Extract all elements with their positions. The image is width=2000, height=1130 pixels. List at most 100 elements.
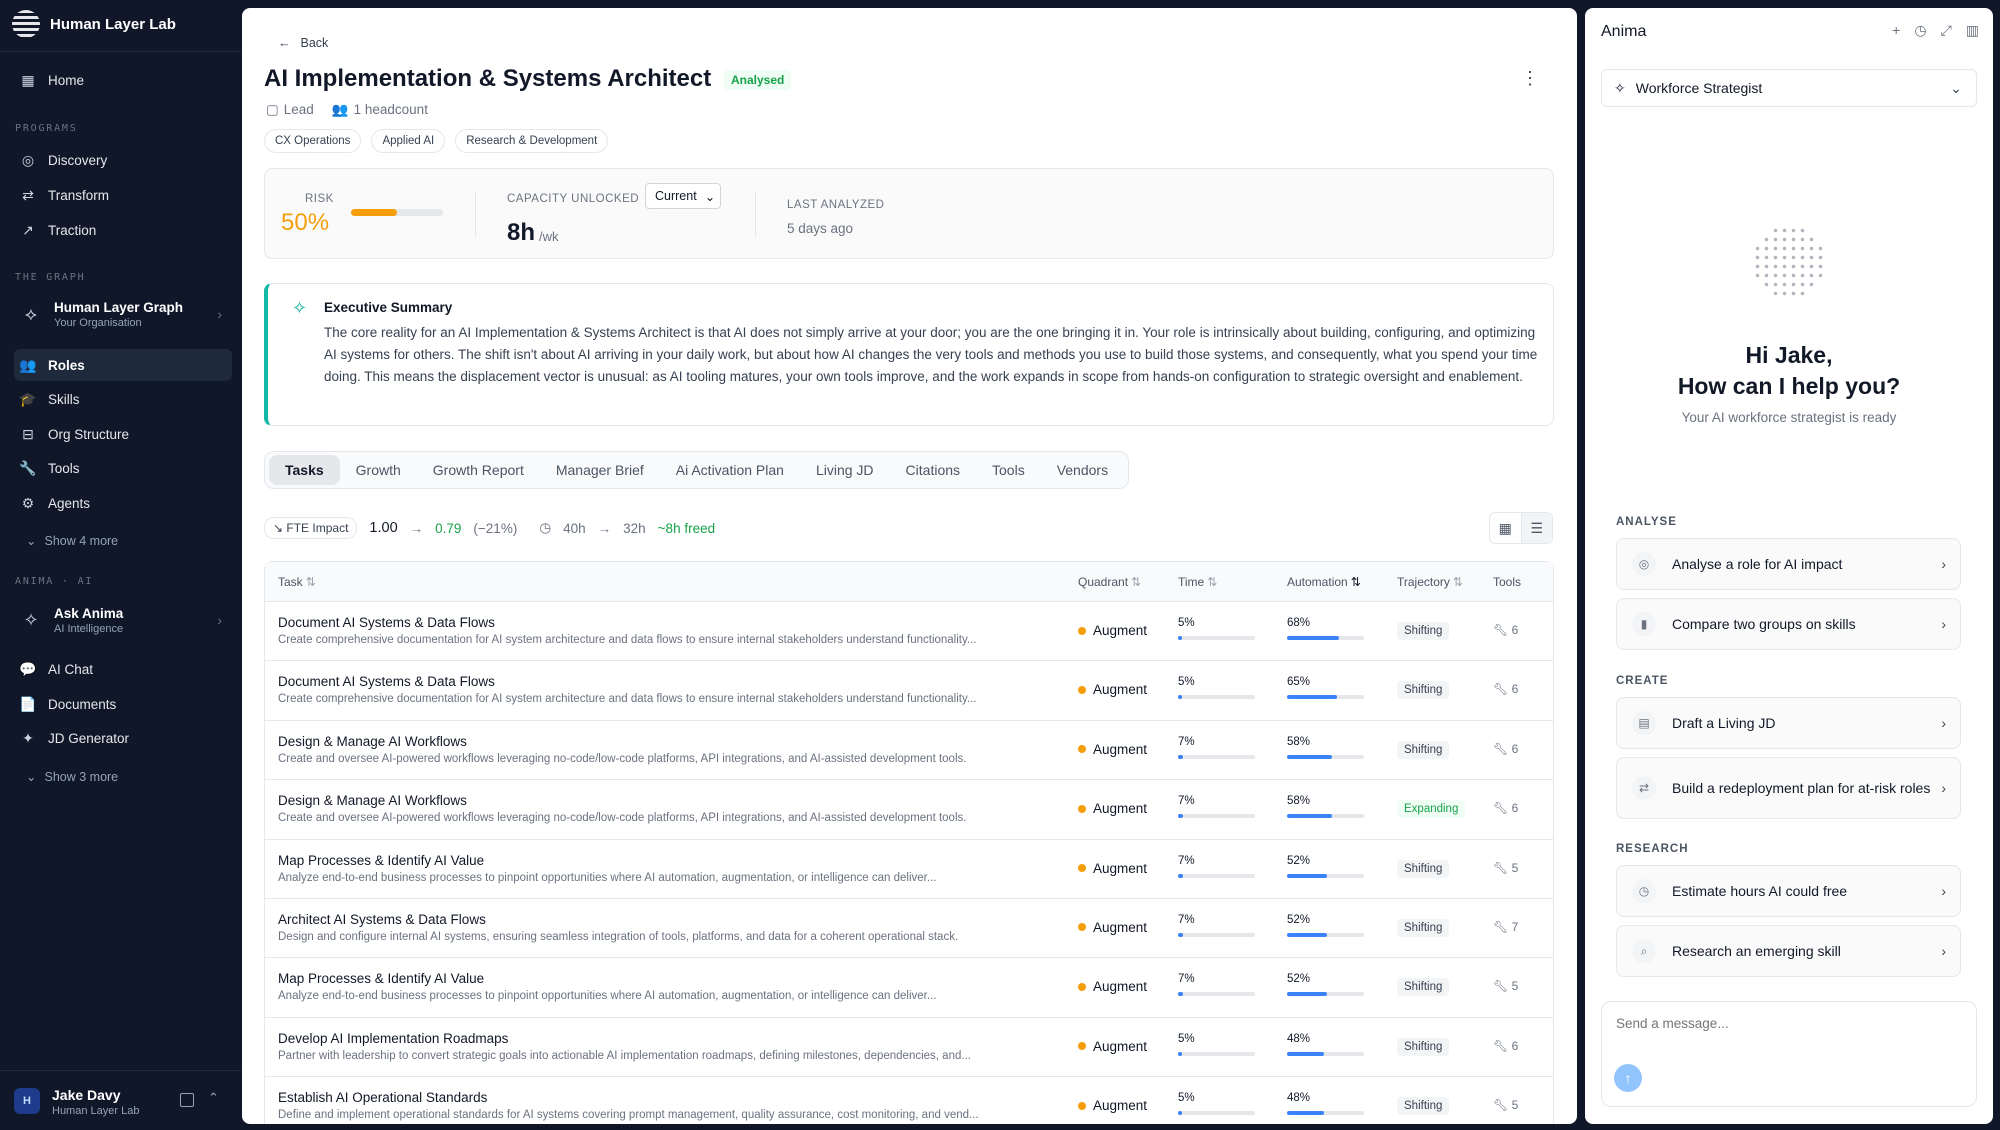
chevron-right-icon: › [1941, 616, 1946, 632]
sidebar-item-ai-chat[interactable]: 💬 AI Chat [14, 653, 232, 685]
brand[interactable]: Human Layer Lab [12, 10, 176, 38]
panel-icon[interactable]: ▥ [1966, 22, 1979, 39]
col-task[interactable]: Task ⇅ [278, 575, 316, 589]
grid-view-icon[interactable]: ▦ [1490, 513, 1521, 543]
col-time[interactable]: Time ⇅ [1178, 575, 1217, 589]
sidebar-item-skills[interactable]: 🎓 Skills [14, 383, 232, 415]
prompt-card[interactable]: ◷ Estimate hours AI could free › [1616, 865, 1961, 917]
sidebar-item-human-layer-graph[interactable]: ⟡ Human Layer Graph Your Organisation › [14, 291, 232, 337]
table-row[interactable]: Map Processes & Identify AI Value Analyze… [265, 958, 1553, 1018]
sidebar-item-documents[interactable]: 📄 Documents [14, 688, 232, 720]
quadrant: Augment [1078, 682, 1147, 697]
sidebar-item-transform[interactable]: ⇄ Transform [14, 179, 232, 211]
time-bar [1178, 992, 1255, 997]
col-automation[interactable]: Automation ⇅ [1287, 575, 1361, 589]
prompt-card[interactable]: ▮ Compare two groups on skills › [1616, 598, 1961, 650]
table-row[interactable]: Design & Manage AI Workflows Create and o… [265, 721, 1553, 781]
main-panel: ← Back AI Implementation & Systems Archi… [242, 8, 1577, 1124]
tab-growth-report[interactable]: Growth Report [417, 455, 540, 485]
table-row[interactable]: Document AI Systems & Data Flows Create c… [265, 661, 1553, 721]
automation-value: 52% [1287, 854, 1311, 867]
automation-bar-fill [1287, 932, 1328, 937]
tab-tools[interactable]: Tools [976, 455, 1041, 485]
tag-chip[interactable]: Applied AI [371, 129, 446, 153]
chevron-down-icon: ⌄ [26, 770, 37, 784]
automation-value: 52% [1287, 913, 1311, 926]
more-vertical-icon[interactable]: ⋮ [1521, 68, 1539, 89]
capacity-select-value: Current [655, 189, 697, 203]
tab-growth[interactable]: Growth [340, 455, 417, 485]
automation-bar-fill [1287, 754, 1332, 759]
persona-select[interactable]: ✧ Workforce Strategist ⌄ [1601, 69, 1977, 107]
table-row[interactable]: Map Processes & Identify AI Value Analyze… [265, 840, 1553, 899]
tab-bar: Tasks Growth Growth Report Manager Brief… [264, 451, 1130, 489]
col-trajectory[interactable]: Trajectory ⇅ [1397, 575, 1463, 589]
message-input[interactable] [1616, 1016, 1956, 1031]
trajectory-badge: Shifting [1397, 740, 1450, 759]
risk-value: 50% [281, 209, 330, 236]
back-button[interactable]: ← Back [278, 36, 328, 50]
col-quadrant[interactable]: Quadrant ⇅ [1078, 575, 1141, 589]
sidebar-item-traction[interactable]: ↗ Traction [14, 214, 232, 246]
task-title: Map Processes & Identify AI Value [278, 852, 485, 868]
divider [0, 51, 241, 52]
tag-chip[interactable]: Research & Development [455, 129, 609, 153]
quadrant-dot [1078, 923, 1086, 932]
prompt-card[interactable]: ▤ Draft a Living JD › [1616, 697, 1961, 749]
tab-ai-activation-plan[interactable]: Ai Activation Plan [660, 455, 800, 485]
prompt-card[interactable]: ⌕ Research an emerging skill › [1616, 925, 1961, 977]
table-row[interactable]: Architect AI Systems & Data Flows Design … [265, 899, 1553, 959]
table-row[interactable]: Develop AI Implementation Roadmaps Partne… [265, 1018, 1553, 1078]
capacity-select[interactable]: Current ⌄ [645, 183, 721, 209]
sidebar-item-discovery[interactable]: ◎ Discovery [14, 144, 232, 176]
sidebar-item-tools[interactable]: 🔧 Tools [14, 452, 232, 484]
send-arrow-icon[interactable]: ↑ [1614, 1064, 1642, 1092]
quadrant-dot [1078, 804, 1086, 813]
sidebar-toggle-icon[interactable] [180, 1093, 194, 1107]
quadrant: Augment [1078, 861, 1147, 876]
automation-bar [1287, 754, 1364, 759]
sidebar-item-ask-anima[interactable]: ✧ Ask Anima AI Intelligence › [14, 597, 232, 643]
list-view-icon[interactable]: ☰ [1520, 513, 1552, 543]
tools-count-value: 6 [1511, 623, 1519, 637]
prompt-label: Estimate hours AI could free [1672, 883, 1848, 899]
chevron-up-icon[interactable]: ⌃ [208, 1090, 219, 1106]
table-row[interactable]: Design & Manage AI Workflows Create and o… [265, 780, 1553, 840]
task-title: Design & Manage AI Workflows [278, 793, 467, 809]
table-body: Document AI Systems & Data Flows Create c… [265, 602, 1553, 1124]
quadrant-dot [1078, 1042, 1086, 1051]
tab-citations[interactable]: Citations [890, 455, 976, 485]
time-value: 7% [1178, 795, 1195, 808]
plus-icon[interactable]: + [1892, 22, 1900, 39]
expand-icon[interactable]: ⤢ [1941, 22, 1952, 39]
col-tools: Tools [1493, 575, 1521, 589]
prompt-card[interactable]: ⇄ Build a redeployment plan for at-risk … [1616, 757, 1961, 819]
sidebar-item-home[interactable]: ▦ Home [14, 64, 232, 96]
table-row[interactable]: Establish AI Operational Standards Define… [265, 1077, 1553, 1124]
user-bar[interactable]: H Jake Davy Human Layer Lab ⌃ [0, 1070, 241, 1130]
show-more-ai[interactable]: ⌄ Show 3 more [26, 769, 118, 785]
automation-bar-fill [1287, 695, 1338, 700]
tools-count: 🔧︎ 5 [1493, 979, 1518, 993]
table-row[interactable]: Document AI Systems & Data Flows Create c… [265, 602, 1553, 662]
tab-living-jd[interactable]: Living JD [800, 455, 890, 485]
prompt-label: Research an emerging skill [1672, 943, 1841, 959]
document-icon: 📄 [19, 695, 37, 712]
tab-vendors[interactable]: Vendors [1041, 455, 1124, 485]
tag-chip[interactable]: CX Operations [264, 129, 362, 153]
history-icon[interactable]: ◷ [1914, 22, 1926, 39]
tools-count-value: 6 [1511, 741, 1519, 756]
prompt-card[interactable]: ◎ Analyse a role for AI impact › [1616, 538, 1961, 590]
automation-bar-fill [1287, 1111, 1324, 1116]
quadrant-label: Augment [1093, 1038, 1148, 1054]
sidebar-item-roles[interactable]: 👥 Roles [14, 349, 232, 381]
quadrant-dot [1078, 626, 1086, 635]
tab-tasks[interactable]: Tasks [269, 455, 340, 485]
sidebar-item-org-structure[interactable]: ⊟ Org Structure [14, 418, 232, 450]
sidebar-item-agents[interactable]: ⚙ Agents [14, 487, 232, 519]
swap-icon: ⇄ [22, 186, 34, 203]
tab-manager-brief[interactable]: Manager Brief [540, 455, 660, 485]
show-more-graph[interactable]: ⌄ Show 4 more [26, 533, 118, 549]
sidebar-item-jd-generator[interactable]: ✦ JD Generator [14, 722, 232, 754]
fte-impact-chip[interactable]: ↘ FTE Impact [264, 517, 358, 539]
